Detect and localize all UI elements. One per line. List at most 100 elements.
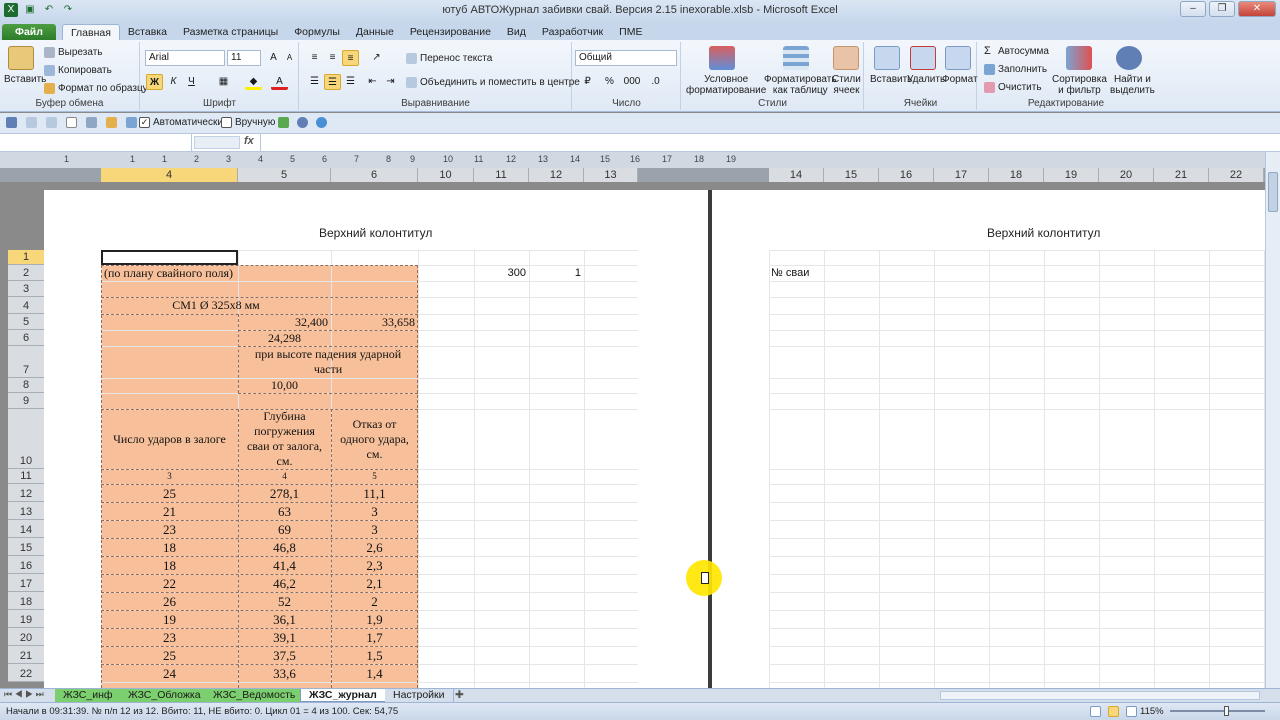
currency-icon[interactable]: ₽ [579, 74, 596, 90]
cell-r4[interactable]: СМ1 Ø 325х8 мм [101, 297, 331, 314]
page1-header[interactable]: Верхний колонтитул [319, 226, 432, 240]
page-layout-view-icon[interactable] [1108, 706, 1119, 717]
ribbon-tab[interactable]: Вставка [120, 24, 175, 41]
column-header[interactable]: 21 [1154, 168, 1209, 182]
cut-button[interactable]: Вырезать [44, 47, 102, 58]
row-header[interactable]: 17 [8, 574, 44, 592]
data-cell[interactable]: 1,5 [331, 646, 418, 664]
row-header[interactable]: 9 [8, 393, 44, 409]
document-icon[interactable] [66, 117, 77, 128]
cell-r5a[interactable]: 32,400 [238, 314, 331, 330]
underline-button[interactable]: Ч [183, 74, 200, 90]
row-header[interactable]: 18 [8, 592, 44, 610]
zoom-level[interactable]: 115% [1140, 706, 1164, 717]
data-cell[interactable]: 19 [101, 610, 238, 628]
data-cell[interactable]: 1,7 [331, 628, 418, 646]
sheet-tab[interactable]: Настройки [385, 689, 454, 702]
conditional-format-icon[interactable] [709, 46, 735, 70]
paste-icon[interactable] [8, 46, 34, 70]
data-cell[interactable]: 63 [238, 502, 331, 520]
ribbon-tab[interactable]: Главная [61, 24, 120, 41]
borders-icon[interactable]: ▦ [215, 74, 232, 90]
cell-r6[interactable]: 24,298 [238, 330, 331, 346]
wrap-text-button[interactable]: Перенос текста [406, 53, 492, 64]
increase-decimal-icon[interactable]: .0 [647, 74, 664, 90]
data-cell[interactable]: 2,1 [331, 574, 418, 592]
globe-icon[interactable] [316, 117, 327, 128]
column-header[interactable]: 19 [1044, 168, 1099, 182]
decrease-indent-icon[interactable]: ⇤ [364, 74, 381, 90]
data-cell[interactable]: 18 [101, 538, 238, 556]
data-cell[interactable]: 1,4 [331, 664, 418, 682]
arrows-icon[interactable] [278, 117, 289, 128]
zoom-slider[interactable] [1170, 710, 1265, 712]
list-icon[interactable] [126, 117, 137, 128]
data-cell[interactable]: 278,1 [238, 484, 331, 502]
delete-cells-button[interactable]: Удалить [907, 74, 945, 85]
page-break-view-icon[interactable] [1126, 706, 1137, 717]
conditional-format-button[interactable]: Условное форматирование [686, 74, 766, 96]
clear-button[interactable]: Очистить [984, 82, 1042, 93]
maximize-button[interactable]: ❐ [1209, 1, 1235, 17]
data-cell[interactable]: 2 [331, 592, 418, 610]
header-blows[interactable]: Число ударов в залоге [101, 409, 238, 469]
folder-icon[interactable] [106, 117, 117, 128]
fill-color-icon[interactable]: ◆ [245, 74, 262, 90]
normal-view-icon[interactable] [1090, 706, 1101, 717]
data-cell[interactable]: 46,2 [238, 574, 331, 592]
column-header[interactable]: 13 [584, 168, 638, 182]
data-cell[interactable]: 11,1 [331, 484, 418, 502]
data-cell[interactable]: 2,6 [331, 538, 418, 556]
data-cell[interactable]: 24 [101, 664, 238, 682]
data-cell[interactable]: 18 [101, 556, 238, 574]
formula-input[interactable] [260, 134, 1264, 151]
data-cell[interactable]: 22 [101, 574, 238, 592]
column-header[interactable]: 17 [934, 168, 989, 182]
paste-button[interactable]: Вставить [4, 74, 46, 85]
row-header[interactable]: 22 [8, 664, 44, 682]
pile-number-label[interactable]: № сваи [771, 265, 851, 281]
ribbon-tab[interactable]: Разработчик [534, 24, 611, 41]
row-header[interactable]: 14 [8, 520, 44, 538]
data-cell[interactable]: 39,1 [238, 628, 331, 646]
row-header[interactable]: 15 [8, 538, 44, 556]
row-header[interactable]: 8 [8, 378, 44, 393]
column-header[interactable]: 10 [418, 168, 474, 182]
format-table-icon[interactable] [783, 46, 809, 70]
column-header[interactable]: 16 [879, 168, 934, 182]
pen-icon[interactable] [86, 117, 97, 128]
data-cell[interactable]: 1,9 [331, 610, 418, 628]
column-number[interactable]: 4 [238, 469, 331, 484]
data-cell[interactable]: 3 [331, 502, 418, 520]
sort-filter-button[interactable]: Сортировка и фильтр [1052, 74, 1107, 96]
page2-header[interactable]: Верхний колонтитул [987, 226, 1100, 240]
ribbon-tab[interactable]: Данные [348, 24, 402, 41]
data-cell[interactable]: 52 [238, 592, 331, 610]
sheet-nav-arrows-icon[interactable]: ⏮ ◀ ▶ ⏭ [4, 689, 44, 700]
minimize-button[interactable]: – [1180, 1, 1206, 17]
increase-indent-icon[interactable]: ⇥ [382, 74, 399, 90]
scroll-thumb[interactable] [1268, 172, 1278, 212]
data-cell[interactable]: 2,3 [331, 556, 418, 574]
sheet-tab[interactable]: ЖЗС_журнал [300, 689, 386, 702]
format-painter-button[interactable]: Формат по образцу [44, 83, 148, 94]
ribbon-tab[interactable]: Формулы [286, 24, 348, 41]
data-cell[interactable]: 33,6 [238, 664, 331, 682]
row-header[interactable]: 7 [8, 346, 44, 378]
italic-button[interactable]: К [165, 74, 182, 90]
binoculars-icon[interactable] [1116, 46, 1142, 70]
data-cell[interactable]: 46,8 [238, 538, 331, 556]
auto-checkbox[interactable]: ✓ Автоматически [139, 117, 223, 128]
row-header[interactable]: 21 [8, 646, 44, 664]
font-name-select[interactable]: Arial [145, 50, 225, 66]
orientation-icon[interactable]: ↗ [368, 50, 385, 66]
row-header[interactable]: 4 [8, 297, 44, 314]
row-header[interactable]: 20 [8, 628, 44, 646]
align-right-icon[interactable]: ☰ [342, 74, 359, 90]
format-table-button[interactable]: Форматировать как таблицу [764, 74, 837, 96]
column-header[interactable]: 6 [331, 168, 418, 182]
column-header[interactable]: 5 [238, 168, 331, 182]
header-depth[interactable]: Глубина погружения сваи от залога, см. [238, 409, 331, 469]
font-color-icon[interactable]: A [271, 74, 288, 90]
data-cell[interactable]: 41,4 [238, 556, 331, 574]
